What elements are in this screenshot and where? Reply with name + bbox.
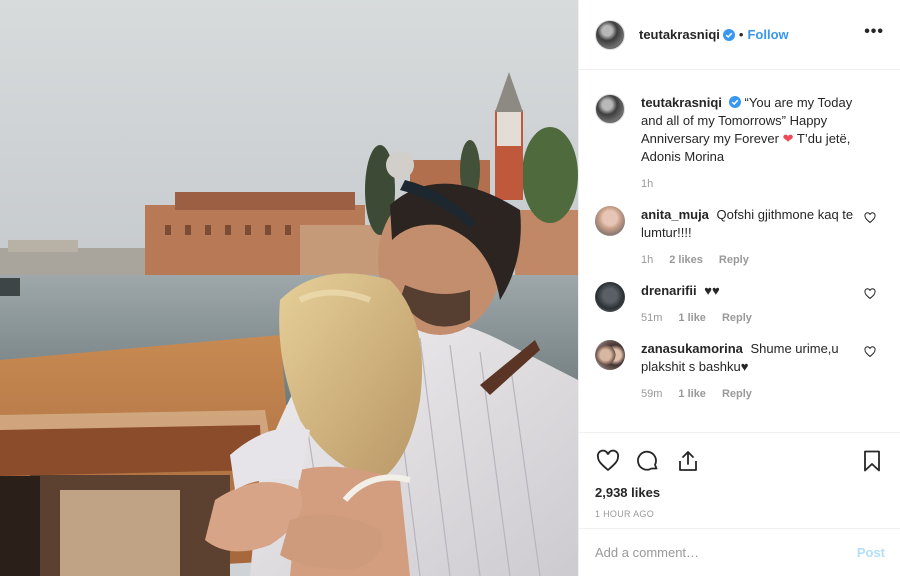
- caption-username[interactable]: teutakrasniqi: [641, 95, 722, 110]
- caption-time[interactable]: 1h: [641, 178, 653, 190]
- commenter-username[interactable]: drenarifii: [641, 283, 697, 298]
- small-heart-icon[interactable]: [864, 288, 876, 300]
- post-header: teutakrasniqi • Follow •••: [579, 0, 900, 70]
- post-actions: 2,938 likes 1 HOUR AGO: [579, 432, 900, 519]
- comment-item: zanasukamorina Shume urime,u plakshit s …: [595, 340, 884, 400]
- commenter-avatar[interactable]: [595, 282, 625, 312]
- verified-badge-icon: [722, 28, 735, 41]
- comment-item: anita_muja Qofshi gjithmone kaq te lumtu…: [595, 206, 884, 266]
- caption-meta: 1h: [641, 178, 858, 190]
- commenter-avatar[interactable]: [595, 340, 625, 370]
- commenter-avatar[interactable]: [595, 206, 625, 236]
- verified-badge-icon: [728, 96, 741, 108]
- comment-time[interactable]: 59m: [641, 388, 662, 400]
- share-button[interactable]: [675, 448, 701, 474]
- caption-text: teutakrasniqi “You are my Today and all …: [641, 94, 858, 166]
- share-icon: [679, 451, 697, 471]
- commenter-username[interactable]: anita_muja: [641, 207, 709, 222]
- comment-text: drenarifii ♥♥: [641, 282, 858, 300]
- comment-body: drenarifii ♥♥ 51m 1 like Reply: [641, 282, 884, 324]
- follow-button[interactable]: Follow: [747, 27, 788, 42]
- reply-button[interactable]: Reply: [722, 312, 752, 324]
- reply-button[interactable]: Reply: [722, 388, 752, 400]
- comment-likes[interactable]: 2 likes: [669, 254, 703, 266]
- small-heart-icon[interactable]: [864, 346, 876, 358]
- like-button[interactable]: [595, 448, 621, 474]
- reply-button[interactable]: Reply: [719, 254, 749, 266]
- comment-button[interactable]: [635, 448, 661, 474]
- post-comment-button[interactable]: Post: [857, 545, 885, 560]
- add-comment-input[interactable]: [595, 545, 857, 560]
- action-icons: [595, 441, 885, 481]
- comment-body: anita_muja Qofshi gjithmone kaq te lumtu…: [641, 206, 884, 266]
- likes-count[interactable]: 2,938 likes: [595, 485, 885, 500]
- post-timestamp[interactable]: 1 HOUR AGO: [595, 509, 885, 519]
- small-heart-icon[interactable]: [864, 212, 876, 224]
- comment-body: zanasukamorina Shume urime,u plakshit s …: [641, 340, 884, 400]
- post-photo[interactable]: [0, 0, 578, 576]
- comment-content: ♥♥: [704, 283, 720, 298]
- separator-dot: •: [738, 27, 744, 42]
- bookmark-icon: [864, 450, 880, 472]
- post-details-panel: teutakrasniqi • Follow ••• teutakrasniqi…: [578, 0, 900, 576]
- comment-text: zanasukamorina Shume urime,u plakshit s …: [641, 340, 858, 376]
- comment-meta: 59m 1 like Reply: [641, 388, 858, 400]
- commenter-username[interactable]: zanasukamorina: [641, 341, 743, 356]
- save-button[interactable]: [859, 448, 885, 474]
- comments-list[interactable]: teutakrasniqi “You are my Today and all …: [579, 70, 900, 432]
- more-options-icon[interactable]: •••: [864, 23, 884, 43]
- author-username[interactable]: teutakrasniqi: [639, 27, 720, 42]
- author-avatar[interactable]: [595, 19, 625, 50]
- caption-avatar[interactable]: [595, 94, 625, 124]
- caption: teutakrasniqi “You are my Today and all …: [595, 94, 884, 190]
- caption-body: teutakrasniqi “You are my Today and all …: [641, 94, 884, 190]
- comment-time[interactable]: 1h: [641, 254, 653, 266]
- comment-item: drenarifii ♥♥ 51m 1 like Reply: [595, 282, 884, 324]
- comment-text: anita_muja Qofshi gjithmone kaq te lumtu…: [641, 206, 858, 242]
- comment-likes[interactable]: 1 like: [678, 388, 706, 400]
- comment-meta: 51m 1 like Reply: [641, 312, 858, 324]
- heart-icon: [596, 449, 620, 472]
- comment-time[interactable]: 51m: [641, 312, 662, 324]
- photo-illustration: [0, 0, 578, 576]
- comment-icon: [637, 450, 658, 471]
- comment-meta: 1h 2 likes Reply: [641, 254, 858, 266]
- add-comment-bar: Post: [579, 528, 900, 576]
- red-heart-emoji: ❤: [782, 131, 794, 146]
- comment-likes[interactable]: 1 like: [678, 312, 706, 324]
